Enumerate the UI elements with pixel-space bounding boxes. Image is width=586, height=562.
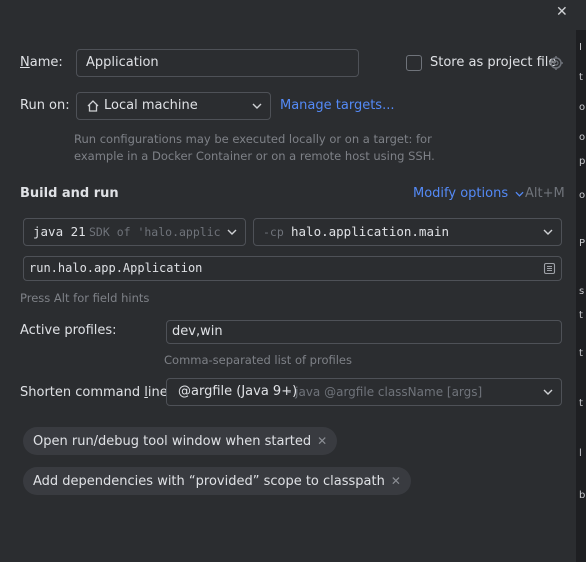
chevron-down-icon — [515, 191, 524, 197]
remove-icon[interactable]: ✕ — [317, 434, 327, 448]
option-chip-provided-scope[interactable]: Add dependencies with “provided” scope t… — [23, 467, 411, 495]
remove-icon[interactable]: ✕ — [391, 474, 401, 488]
close-icon: ✕ — [556, 4, 568, 20]
modify-options-shortcut: Alt+M — [525, 186, 565, 201]
shorten-command-line-combo[interactable]: @argfile (Java 9+) - java @argfile class… — [166, 378, 562, 406]
build-and-run-title: Build and run — [20, 186, 119, 201]
chevron-down-icon — [227, 229, 237, 235]
run-on-hint: Run configurations may be executed local… — [74, 132, 435, 163]
run-on-combo[interactable]: Local machine — [76, 92, 271, 120]
main-class-input[interactable]: run.halo.app.Application — [23, 256, 562, 281]
shorten-command-line-label: Shorten command line: — [20, 385, 173, 400]
home-icon — [86, 99, 100, 117]
field-hint: Press Alt for field hints — [20, 291, 150, 305]
active-profiles-input[interactable]: dev,win — [166, 320, 562, 344]
sdk-combo[interactable]: java 21 SDK of 'halo.applic — [23, 218, 246, 246]
store-as-project-label: Store as project file — [430, 55, 557, 70]
chevron-down-icon — [543, 229, 553, 235]
chevron-down-icon — [252, 103, 262, 109]
close-button[interactable]: ✕ — [556, 2, 576, 22]
name-input[interactable]: Application — [76, 49, 359, 77]
name-label: Name: — [20, 55, 63, 70]
browse-icon[interactable] — [543, 262, 556, 279]
option-chip-open-tool-window[interactable]: Open run/debug tool window when started ✕ — [23, 427, 338, 455]
run-on-label: Run on: — [20, 98, 70, 113]
modify-options-link[interactable]: Modify options — [413, 186, 524, 201]
manage-targets-link[interactable]: Manage targets... — [280, 98, 394, 113]
active-profiles-label: Active profiles: — [20, 323, 117, 338]
background-editor-strip: I t o o p o P s t t t l b — [576, 30, 586, 562]
gear-icon[interactable] — [548, 55, 564, 71]
chevron-down-icon — [543, 389, 553, 395]
classpath-combo[interactable]: -cp halo.application.main — [253, 218, 562, 246]
store-as-project-checkbox[interactable] — [406, 55, 422, 71]
active-profiles-hint: Comma-separated list of profiles — [164, 353, 352, 367]
